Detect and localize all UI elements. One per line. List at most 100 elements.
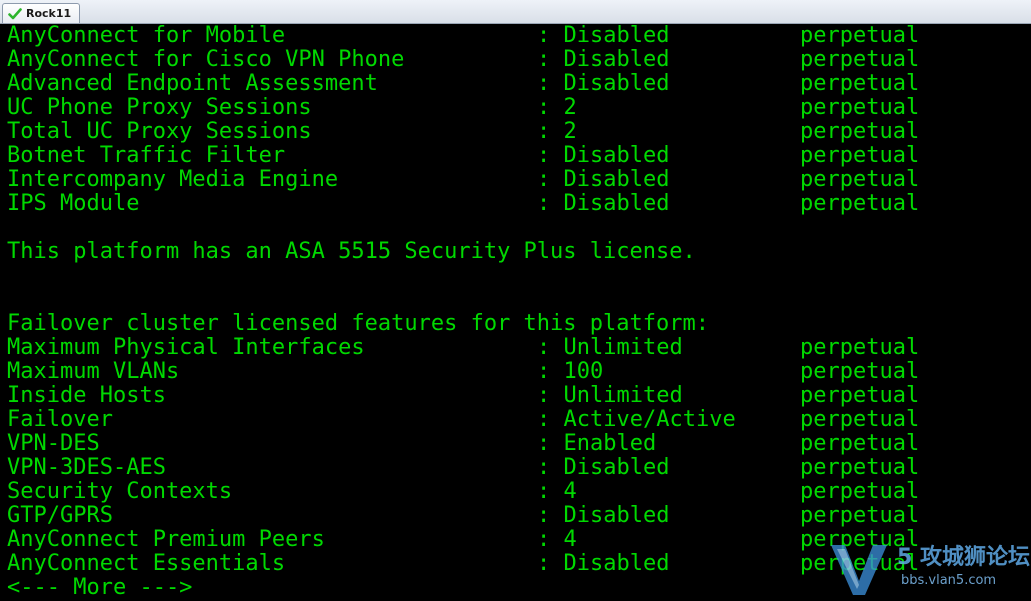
license-term: perpetual [800,47,920,72]
license-row: Security Contexts: 4 perpetual [0,480,1031,504]
feature-value: : Active/Active [537,408,736,432]
feature-name: Maximum Physical Interfaces [7,335,365,360]
license-row: VPN-DES: Enabled perpetual [0,432,1031,456]
feature-name: Intercompany Media Engine [7,167,339,192]
feature-value: : Disabled [537,24,669,48]
value-text: Disabled [563,503,670,528]
separator: : [537,71,551,96]
license-row: Maximum Physical Interfaces : Unlimited pe… [0,336,1031,360]
value-text: Disabled [563,455,670,480]
feature-name: Failover [7,407,113,432]
separator: : [537,119,551,144]
more-prompt[interactable]: <--- More ---> [7,576,192,600]
separator: : [537,407,551,432]
feature-value: : 4 [537,480,577,504]
license-row: Intercompany Media Engine: Disabled perpe… [0,168,1031,192]
feature-name: AnyConnect Essentials [7,551,286,576]
value-text: Unlimited [563,383,683,408]
watermark-title: 5 攻城狮论坛 [897,545,1030,570]
license-row: IPS Module : Disabled perpetual [0,192,1031,216]
value-text: 2 [563,119,577,144]
feature-value: : Disabled [537,72,669,96]
feature-name: Advanced Endpoint Assessment [7,71,378,96]
feature-name: GTP/GPRS [7,503,113,528]
feature-name: Total UC Proxy Sessions [7,119,312,144]
feature-value: : Disabled [537,144,669,168]
license-term: perpetual [800,24,920,48]
separator: : [537,527,551,552]
license-term: perpetual [800,431,920,456]
license-row: AnyConnect for Cisco VPN Phone: Disabled… [0,48,1031,72]
license-row: Failover: Active/Active perpetual [0,408,1031,432]
feature-name: UC Phone Proxy Sessions [7,95,312,120]
value-text: Enabled [563,431,657,456]
license-term: perpetual [800,119,920,144]
forum-watermark: 5 攻城狮论坛 bbs.vlan5.com [827,537,1030,599]
checkmark-icon [8,7,22,21]
license-term: perpetual [800,71,920,96]
license-row: Botnet Traffic Filter : Disabled perpetual [0,144,1031,168]
feature-value: : Unlimited [537,384,683,408]
license-term: perpetual [800,479,920,504]
platform-license-line: This platform has an ASA 5515 Security P… [7,239,696,264]
separator: : [537,479,551,504]
feature-value: : Disabled [537,504,669,528]
value-text: Disabled [563,143,670,168]
tab-bar: Rock11 [0,0,1031,24]
license-row: Maximum VLANs: 100 perpetual [0,360,1031,384]
license-term: perpetual [800,167,920,192]
license-term: perpetual [800,335,920,360]
separator: : [537,455,551,480]
license-term: perpetual [800,359,920,384]
license-row: Advanced Endpoint Assessment: Disabled pe… [0,72,1031,96]
separator: : [537,167,551,192]
feature-value: : Disabled [537,552,669,576]
feature-value: : 2 [537,96,577,120]
terminal-output[interactable]: AnyConnect for Mobile: Disabled perpetual… [0,24,1031,601]
feature-name: Botnet Traffic Filter [7,143,286,168]
tab-label: Rock11 [26,7,72,20]
feature-value: : 100 [537,360,603,384]
license-term: perpetual [800,95,920,120]
feature-value: : 2 [537,120,577,144]
value-text: Disabled [563,551,670,576]
value-text: 4 [563,479,577,504]
feature-name: VPN-DES [7,431,100,456]
watermark-url: bbs.vlan5.com [901,573,997,588]
feature-value: : Unlimited [537,336,683,360]
license-row: VPN-3DES-AES: Disabled perpetual [0,456,1031,480]
feature-value: : Disabled [537,456,669,480]
value-text: Disabled [563,167,670,192]
value-text: Active/Active [563,407,736,432]
value-text: Disabled [563,24,670,48]
license-row: Inside Hosts: Unlimited perpetual [0,384,1031,408]
feature-name: Security Contexts [7,479,233,504]
separator: : [537,359,551,384]
license-term: perpetual [800,143,920,168]
feature-name: AnyConnect Premium Peers [7,527,325,552]
value-text: 4 [563,527,577,552]
license-term: perpetual [800,191,920,216]
vlan5-logo-icon [831,545,887,595]
value-text: 100 [563,359,604,384]
feature-name: IPS Module [7,191,140,216]
separator: : [537,95,551,120]
separator: : [537,551,551,576]
separator: : [537,383,551,408]
feature-name: VPN-3DES-AES [7,455,166,480]
feature-value: : Disabled [537,192,669,216]
separator: : [537,431,551,456]
value-text: Disabled [563,47,670,72]
value-text: Disabled [563,71,670,96]
session-tab[interactable]: Rock11 [2,3,81,23]
separator: : [537,47,551,72]
value-text: 2 [563,95,577,120]
feature-name: AnyConnect for Cisco VPN Phone [7,47,405,72]
license-row: Total UC Proxy Sessions: 2 perpetual [0,120,1031,144]
value-text: Disabled [563,191,670,216]
failover-header: Failover cluster licensed features for t… [7,311,709,336]
feature-value: : Enabled [537,432,656,456]
license-term: perpetual [800,383,920,408]
license-term: perpetual [800,455,920,480]
license-term: perpetual [800,407,920,432]
